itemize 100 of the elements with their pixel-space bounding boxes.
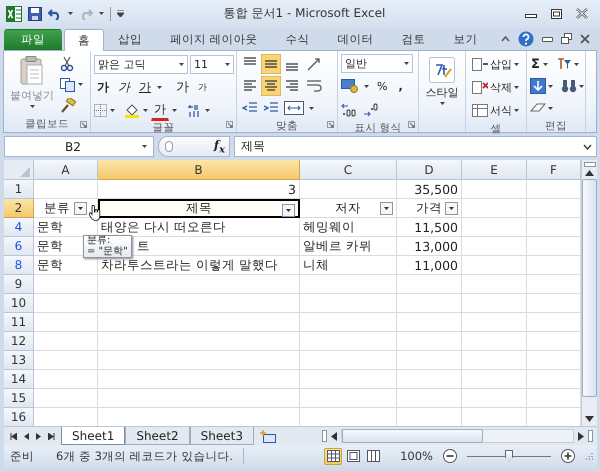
normal-view-icon[interactable] [326, 450, 340, 462]
caret-icon[interactable] [548, 106, 553, 110]
comma-button[interactable]: , [395, 78, 406, 95]
merge-cells-icon[interactable] [284, 101, 304, 116]
split-handle-icon[interactable] [584, 162, 596, 168]
insert-function-button[interactable]: f$_{x}$ [214, 138, 225, 156]
font-color-button[interactable]: 가 [151, 99, 169, 122]
grow-font-button[interactable]: 가 [173, 76, 192, 98]
font-name-dropdown[interactable]: 맑은 고딕 [94, 54, 188, 74]
scroll-thumb[interactable] [342, 429, 483, 444]
caret-icon[interactable] [514, 109, 519, 112]
restore-icon[interactable] [561, 33, 572, 44]
percent-button[interactable]: % [374, 78, 390, 95]
dialog-launcher-icon[interactable] [327, 120, 334, 128]
expand-icon[interactable] [583, 144, 592, 150]
spreadsheet-logo-icon[interactable] [6, 6, 22, 22]
scroll-down-icon[interactable] [585, 416, 594, 422]
underline-button[interactable]: 가 [136, 76, 154, 98]
format-painter-icon[interactable] [60, 98, 76, 113]
name-box[interactable]: B2 [4, 136, 154, 158]
zoom-percent[interactable]: 100% [400, 449, 433, 464]
ribbon-tab[interactable]: 삽입 [104, 28, 156, 50]
caret-icon[interactable] [548, 84, 553, 88]
row-header[interactable]: 8 [4, 256, 34, 276]
caret-icon[interactable] [179, 62, 184, 66]
caret-icon[interactable] [514, 63, 519, 66]
zoom-slider-thumb[interactable] [505, 450, 513, 462]
caret-icon[interactable] [579, 84, 584, 88]
caret-icon[interactable] [172, 108, 177, 112]
decrease-decimal-icon[interactable] [363, 103, 379, 118]
cells-button[interactable]: 삭제 [469, 76, 522, 99]
caret-icon[interactable] [205, 108, 210, 112]
collapse-ribbon-icon[interactable] [501, 36, 510, 42]
scroll-right-icon[interactable] [578, 432, 584, 441]
caret-icon[interactable] [157, 86, 162, 89]
filter-dropdown-button[interactable] [380, 202, 393, 216]
split-handle-icon[interactable] [322, 430, 327, 442]
maximize-icon[interactable] [551, 8, 562, 19]
dialog-launcher-icon[interactable] [226, 120, 233, 128]
caret-icon[interactable] [78, 83, 83, 86]
row-header[interactable]: 2 [4, 199, 34, 218]
filter-dropdown-button[interactable] [445, 202, 458, 216]
fill-down-icon[interactable] [530, 78, 546, 94]
zoom-out-icon[interactable] [443, 449, 457, 464]
shrink-font-button[interactable]: 가 [195, 78, 210, 96]
caret-icon[interactable] [30, 104, 34, 108]
dialog-launcher-icon[interactable] [408, 120, 415, 128]
copy-icon[interactable] [60, 78, 76, 92]
row-header[interactable]: 10 [4, 294, 34, 314]
resize-handle-icon[interactable] [165, 141, 173, 152]
align-icon[interactable] [261, 54, 281, 74]
ribbon-tab[interactable]: 수식 [272, 28, 324, 50]
caret-icon[interactable] [142, 145, 147, 148]
caret-icon[interactable] [514, 86, 519, 90]
help-icon[interactable] [518, 30, 534, 47]
fill-color-icon[interactable] [124, 102, 140, 118]
row-header[interactable]: 4 [4, 218, 34, 238]
row-header[interactable]: 12 [4, 332, 34, 352]
insert-sheet-icon[interactable] [260, 430, 276, 443]
customize-toolbar-icon[interactable] [117, 10, 124, 18]
first-sheet-icon[interactable] [10, 432, 17, 440]
increase-decimal-icon[interactable] [341, 103, 357, 118]
column-header[interactable]: C [300, 160, 397, 180]
ribbon-tab[interactable]: 페이지 레이아웃 [156, 28, 272, 50]
zoom-in-icon[interactable] [561, 449, 575, 464]
row-header[interactable]: 15 [4, 389, 34, 408]
cut-icon[interactable] [60, 56, 74, 72]
dialog-launcher-icon[interactable] [80, 120, 87, 128]
italic-button[interactable]: 가 [115, 76, 133, 98]
filter-dropdown-button[interactable] [74, 202, 87, 215]
row-header[interactable]: 1 [4, 180, 34, 200]
caret-icon[interactable] [68, 12, 73, 16]
caret-icon[interactable] [309, 106, 314, 110]
last-sheet-icon[interactable] [48, 432, 55, 440]
page-layout-view-icon[interactable] [346, 450, 360, 462]
close-icon[interactable] [580, 34, 590, 44]
undo-icon[interactable] [48, 8, 62, 20]
row-header[interactable]: 13 [4, 351, 34, 370]
sheet-tab[interactable]: Sheet3 [190, 427, 254, 446]
next-sheet-icon[interactable] [36, 432, 41, 440]
split-handle-icon[interactable] [588, 430, 593, 442]
caret-icon[interactable] [364, 84, 369, 88]
font-size-dropdown[interactable]: 11 [190, 54, 234, 74]
ribbon-tab[interactable]: 데이터 [324, 28, 388, 50]
previous-sheet-icon[interactable] [24, 432, 29, 440]
sort-filter-icon[interactable] [556, 57, 572, 72]
scroll-thumb[interactable] [582, 179, 597, 398]
caret-icon[interactable] [110, 108, 115, 112]
column-header[interactable]: F [527, 160, 581, 180]
bold-button[interactable]: 가 [94, 76, 112, 98]
scroll-up-icon[interactable] [585, 170, 594, 176]
caret-icon[interactable] [225, 62, 230, 66]
row-header[interactable]: 16 [4, 408, 34, 426]
borders-icon[interactable] [94, 104, 107, 117]
eraser-icon[interactable] [530, 102, 546, 114]
save-icon[interactable] [28, 6, 42, 21]
row-header[interactable]: 14 [4, 370, 34, 390]
row-header[interactable]: 11 [4, 313, 34, 332]
formula-input[interactable]: 제목 [234, 136, 597, 158]
ribbon-tab[interactable]: 홈 [64, 28, 104, 51]
